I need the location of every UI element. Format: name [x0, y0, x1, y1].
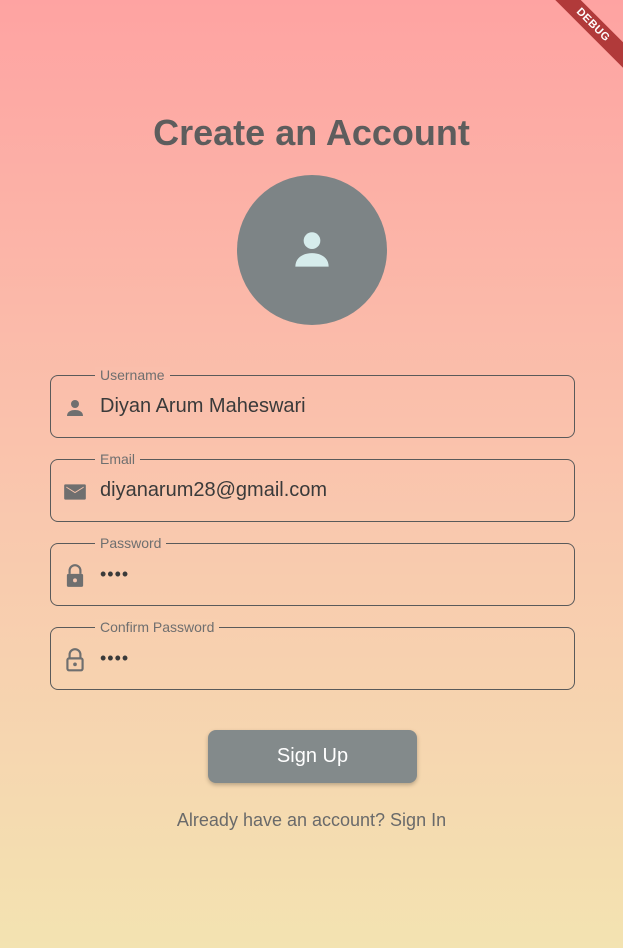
email-input[interactable]: diyanarum28@gmail.com	[100, 460, 327, 521]
avatar[interactable]	[237, 175, 387, 325]
password-field[interactable]: Password ••••	[50, 535, 575, 606]
person-icon	[62, 395, 88, 421]
username-input[interactable]: Diyan Arum Maheswari	[100, 376, 306, 437]
sign-up-button[interactable]: Sign Up	[208, 730, 417, 783]
lock-icon	[62, 563, 88, 589]
username-field[interactable]: Username Diyan Arum Maheswari	[50, 367, 575, 438]
page-title: Create an Account	[153, 112, 470, 153]
email-field[interactable]: Email diyanarum28@gmail.com	[50, 451, 575, 522]
lock-open-outline-icon	[62, 647, 88, 673]
password-input[interactable]: ••••	[100, 544, 129, 605]
debug-banner: DEBUG	[543, 0, 623, 80]
sign-in-link[interactable]: Already have an account? Sign In	[0, 810, 623, 831]
mail-icon	[62, 479, 88, 505]
person-icon	[295, 232, 329, 267]
confirm-password-field[interactable]: Confirm Password ••••	[50, 619, 575, 690]
debug-banner-label: DEBUG	[544, 0, 623, 74]
confirm-password-input[interactable]: ••••	[100, 628, 129, 689]
